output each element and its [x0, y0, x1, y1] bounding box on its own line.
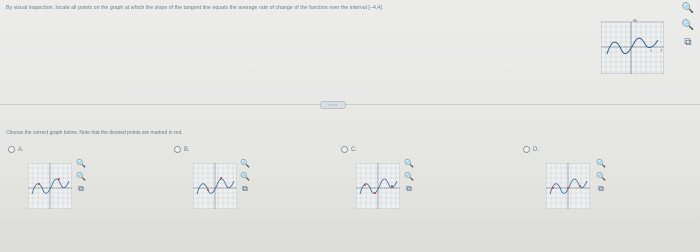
- option-a-tools: 🔍 🔍 ⧉: [76, 158, 88, 197]
- zoom-out-icon[interactable]: 🔍: [76, 171, 86, 181]
- external-link-icon[interactable]: ⧉: [240, 184, 250, 194]
- radio-d[interactable]: [523, 146, 530, 153]
- option-b-graph: [193, 163, 237, 209]
- choice-a[interactable]: A.: [8, 146, 24, 153]
- option-d-tools: 🔍 🔍 ⧉: [596, 158, 608, 197]
- choice-c-label: C.: [351, 146, 357, 153]
- divider-handle[interactable]: •••••: [320, 101, 346, 109]
- section-divider: [0, 104, 700, 105]
- question-text: By visual inspection, locate all points …: [6, 5, 384, 11]
- y-axis-label: Ay: [633, 19, 637, 23]
- main-graph: Ay x 4: [601, 19, 664, 74]
- radio-a[interactable]: [8, 146, 15, 153]
- answer-instruction: Choose the correct graph below. Note tha…: [6, 130, 183, 136]
- zoom-in-icon[interactable]: 🔍: [76, 158, 86, 168]
- radio-b[interactable]: [174, 146, 181, 153]
- choice-b-label: B.: [184, 146, 190, 153]
- option-b-tools: 🔍 🔍 ⧉: [240, 158, 252, 197]
- graph-tools: 🔍 🔍 ⧉: [682, 2, 698, 53]
- zoom-in-icon[interactable]: 🔍: [682, 2, 694, 14]
- choice-c[interactable]: C.: [341, 146, 357, 153]
- choice-d-label: D.: [533, 146, 539, 153]
- choice-a-label: A.: [18, 146, 24, 153]
- zoom-in-icon[interactable]: 🔍: [404, 158, 414, 168]
- external-link-icon[interactable]: ⧉: [76, 184, 86, 194]
- external-link-icon[interactable]: ⧉: [682, 36, 694, 48]
- x-axis-label: x: [661, 48, 663, 52]
- choice-b[interactable]: B.: [174, 146, 190, 153]
- choice-d[interactable]: D.: [523, 146, 539, 153]
- zoom-in-icon[interactable]: 🔍: [596, 158, 606, 168]
- external-link-icon[interactable]: ⧉: [404, 184, 414, 194]
- option-c-graph: [356, 163, 400, 209]
- external-link-icon[interactable]: ⧉: [596, 184, 606, 194]
- option-d-graph: [546, 163, 590, 209]
- zoom-out-icon[interactable]: 🔍: [596, 171, 606, 181]
- option-a-graph: [28, 163, 72, 209]
- radio-c[interactable]: [341, 146, 348, 153]
- question-page: By visual inspection, locate all points …: [0, 0, 700, 252]
- option-c-tools: 🔍 🔍 ⧉: [404, 158, 416, 197]
- zoom-out-icon[interactable]: 🔍: [404, 171, 414, 181]
- zoom-out-icon[interactable]: 🔍: [240, 171, 250, 181]
- zoom-in-icon[interactable]: 🔍: [240, 158, 250, 168]
- zoom-out-icon[interactable]: 🔍: [682, 19, 694, 31]
